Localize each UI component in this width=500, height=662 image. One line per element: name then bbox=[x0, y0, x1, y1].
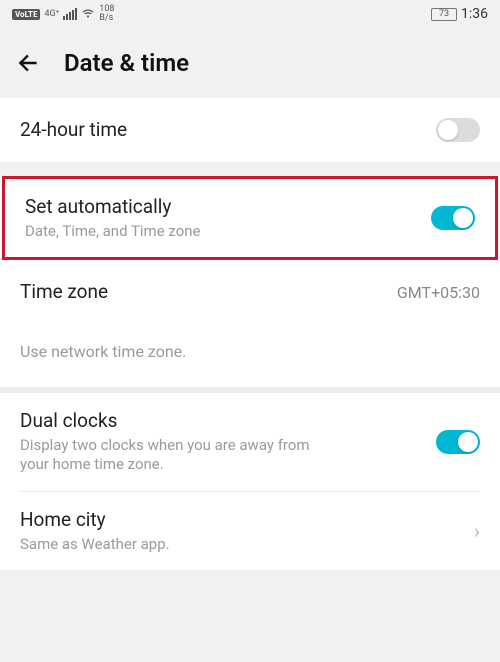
battery-icon: 73 bbox=[431, 8, 457, 21]
row-sublabel: Same as Weather app. bbox=[20, 535, 170, 555]
row-sublabel: Display two clocks when you are away fro… bbox=[20, 436, 340, 475]
toggle-set-automatically[interactable] bbox=[431, 206, 475, 230]
network-gen: 4G⁺ bbox=[44, 9, 59, 19]
row-label: 24-hour time bbox=[20, 118, 127, 143]
row-24-hour-time[interactable]: 24-hour time bbox=[0, 98, 500, 162]
chevron-right-icon: › bbox=[474, 519, 480, 543]
status-bar: VoLTE 4G⁺ 108 B/s 73 1:36 bbox=[0, 0, 500, 28]
page-title: Date & time bbox=[64, 49, 189, 77]
toggle-24-hour[interactable] bbox=[436, 118, 480, 142]
network-speed: 108 B/s bbox=[99, 5, 114, 23]
row-sublabel: Date, Time, and Time zone bbox=[25, 222, 201, 242]
row-label: Dual clocks bbox=[20, 409, 340, 434]
row-label: Time zone bbox=[20, 280, 108, 305]
status-clock: 1:36 bbox=[461, 6, 488, 22]
toggle-dual-clocks[interactable] bbox=[436, 430, 480, 454]
header: Date & time bbox=[0, 28, 500, 98]
back-icon[interactable] bbox=[16, 50, 42, 76]
row-label: Set automatically bbox=[25, 195, 201, 220]
row-label: Home city bbox=[20, 508, 170, 533]
volte-badge: VoLTE bbox=[12, 9, 40, 20]
row-time-zone[interactable]: Time zone GMT+05:30 bbox=[0, 260, 500, 324]
highlight-frame: Set automatically Date, Time, and Time z… bbox=[2, 176, 498, 260]
row-home-city[interactable]: Home city Same as Weather app. › bbox=[0, 492, 500, 570]
time-zone-value: GMT+05:30 bbox=[397, 283, 480, 302]
hint-use-network-time-zone: Use network time zone. bbox=[0, 324, 500, 387]
signal-icon bbox=[63, 8, 77, 20]
wifi-icon bbox=[81, 7, 95, 21]
row-dual-clocks[interactable]: Dual clocks Display two clocks when you … bbox=[0, 393, 500, 491]
row-set-automatically[interactable]: Set automatically Date, Time, and Time z… bbox=[5, 179, 495, 257]
